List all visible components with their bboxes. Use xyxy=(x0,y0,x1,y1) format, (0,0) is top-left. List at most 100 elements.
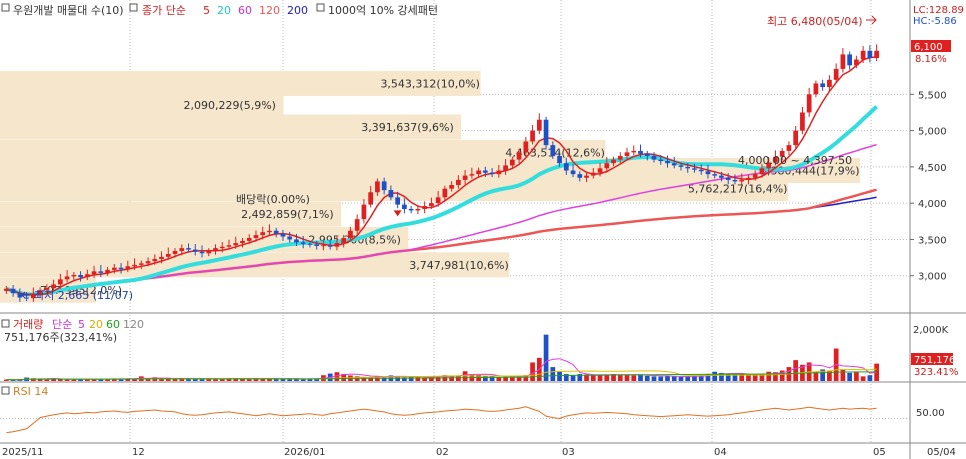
x-axis-right-date: 05/04 xyxy=(927,447,956,458)
volume-ma-20: 20 xyxy=(89,318,103,331)
candle-body xyxy=(375,181,380,193)
candle-body xyxy=(57,279,63,285)
candle-body xyxy=(138,263,144,265)
candle-body xyxy=(651,156,657,160)
y-tick-label: 5,000 xyxy=(918,127,947,138)
volume-bar xyxy=(172,379,178,381)
candle-body xyxy=(213,248,218,252)
candle-body xyxy=(159,256,164,260)
volume-current: 751,176 xyxy=(914,355,955,366)
candle-body xyxy=(705,171,711,175)
chart-canvas: 3,543,312(10,0%) 2,090,229(5,9%) 3,391,637… xyxy=(0,0,966,459)
candle-body xyxy=(800,112,805,131)
candle-body xyxy=(584,175,589,178)
pattern-label: 1000억 10% 강세패턴 xyxy=(328,4,438,17)
candle-body xyxy=(435,197,441,204)
candle-body xyxy=(415,208,421,211)
candle-body xyxy=(604,163,610,169)
candle-body xyxy=(719,175,724,178)
y-tick-label: 3,500 xyxy=(918,235,947,246)
candle-body xyxy=(827,79,832,88)
x-tick-2025-11: 2025/11 xyxy=(2,447,44,458)
candle-body xyxy=(206,251,212,254)
candle-body xyxy=(644,153,650,156)
volume-ma-5: 5 xyxy=(78,318,85,331)
candle-body xyxy=(280,233,286,237)
volume-value-text: 751,176주(323,41%) xyxy=(4,331,117,344)
volume-bar xyxy=(665,375,670,381)
volume-profile-label: 5,762,217(16,4%) xyxy=(688,183,788,196)
ma-period-5: 5 xyxy=(203,4,210,17)
rsi-y-tick: 50.00 xyxy=(916,408,945,419)
candle-body xyxy=(300,242,306,244)
candle-body xyxy=(597,168,603,173)
volume-bar xyxy=(273,379,279,381)
volume-bar xyxy=(685,376,691,381)
hc-value: HC:-5.86 xyxy=(913,16,957,27)
candle-body xyxy=(543,119,549,146)
candle-body xyxy=(4,288,9,291)
volume-bar xyxy=(658,376,664,381)
candle-body xyxy=(496,170,502,175)
volume-bar xyxy=(449,376,454,381)
candle-body xyxy=(327,245,333,247)
volume-ma-label: 단순 xyxy=(52,318,72,331)
candle-body xyxy=(246,237,252,241)
volume-bar xyxy=(44,379,50,381)
candle-body xyxy=(671,163,677,166)
x-tick-05: 05 xyxy=(873,447,886,458)
dividend-annotation: 배당락(0.00%) xyxy=(236,193,310,206)
candle-body xyxy=(692,168,697,170)
candle-body xyxy=(219,246,225,249)
candle-body xyxy=(752,174,758,178)
volume-bar xyxy=(840,369,846,381)
candle-body xyxy=(476,170,481,175)
volume-profile-label: 2,492,859(7,1%) xyxy=(241,208,334,221)
candle-body xyxy=(509,159,515,166)
ma-period-60: 60 xyxy=(238,4,252,17)
candle-body xyxy=(84,274,90,278)
volume-bar xyxy=(712,371,718,381)
x-tick-04: 04 xyxy=(714,447,727,458)
candle-body xyxy=(854,59,859,66)
range-annotation: 4,000.00 ~ 4,397.50 xyxy=(738,154,852,167)
y-tick-label: 4,000 xyxy=(918,199,947,210)
candle-body xyxy=(186,248,191,250)
candle-body xyxy=(732,179,738,182)
candle-body xyxy=(179,248,185,252)
y-tick-label: 3,000 xyxy=(918,272,947,283)
volume-profile-label: 2,090,229(5,9%) xyxy=(183,99,276,112)
volume-bar xyxy=(671,376,677,381)
candle-body xyxy=(739,179,745,182)
candle-body xyxy=(334,243,340,247)
candle-body xyxy=(192,249,198,252)
candle-body xyxy=(165,253,171,257)
volume-bar xyxy=(793,360,799,381)
candle-body xyxy=(381,181,387,191)
volume-bar xyxy=(854,372,859,381)
candle-body xyxy=(240,240,245,244)
candle-body xyxy=(442,188,448,198)
candle-body xyxy=(368,192,374,205)
candle-body xyxy=(354,219,360,231)
candle-body xyxy=(550,145,556,156)
candle-body xyxy=(712,174,718,176)
candle-body xyxy=(449,185,454,189)
candle-body xyxy=(294,239,299,243)
candle-body xyxy=(847,54,853,66)
candle-body xyxy=(813,83,819,95)
candle-body xyxy=(287,236,293,240)
high-annotation: 최고 6,480(05/04) xyxy=(767,15,863,28)
candle-body xyxy=(665,161,670,164)
candle-body xyxy=(111,267,117,270)
candle-body xyxy=(341,237,347,244)
candle-body xyxy=(489,172,495,175)
chart-title: 우원개발 매물대 수(10) xyxy=(13,4,124,17)
volume-bar xyxy=(638,374,643,381)
candle-body xyxy=(874,50,879,59)
x-tick-2026-01: 2026/01 xyxy=(284,447,326,458)
candle-body xyxy=(307,243,313,245)
candle-body xyxy=(71,274,77,277)
candle-body xyxy=(570,170,576,175)
candle-body xyxy=(91,271,97,275)
